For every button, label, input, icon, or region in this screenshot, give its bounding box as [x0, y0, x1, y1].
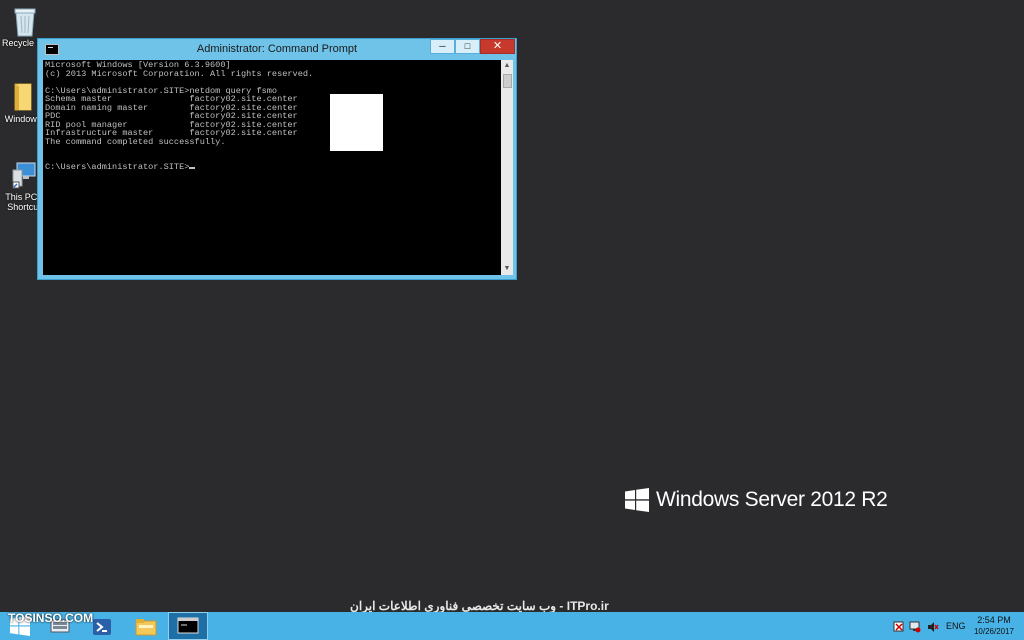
window-titlebar[interactable]: Administrator: Command Prompt ─ □ ✕ — [38, 39, 516, 60]
minimize-button[interactable]: ─ — [430, 39, 455, 54]
minimize-icon: ─ — [439, 41, 446, 51]
redaction-box — [330, 94, 383, 151]
computer-icon — [9, 160, 37, 190]
tosinso-watermark: TOSINSO.COM — [8, 611, 94, 625]
file-explorer-icon — [135, 619, 157, 636]
scroll-up-arrow-icon[interactable]: ▲ — [501, 60, 513, 72]
clock-time: 2:54 PM — [977, 615, 1011, 625]
input-language-indicator[interactable]: ENG — [946, 621, 966, 631]
command-prompt-icon — [177, 617, 199, 634]
system-clock[interactable]: 2:54 PM 10/26/2017 — [968, 615, 1020, 636]
taskbar: ENG 2:54 PM 10/26/2017 — [0, 612, 1024, 640]
text-cursor — [189, 167, 196, 169]
console-prompt: C:\Users\administrator.SITE> — [45, 162, 190, 172]
vertical-scrollbar[interactable]: ▲ ▼ — [501, 60, 513, 275]
command-prompt-window[interactable]: Administrator: Command Prompt ─ □ ✕ Micr… — [37, 38, 517, 280]
taskbar-file-explorer[interactable] — [126, 612, 166, 640]
folder-icon — [9, 82, 37, 112]
console-output[interactable]: Microsoft Windows [Version 6.3.9600] (c)… — [43, 60, 501, 275]
branding-text: Windows Server 2012 R2 — [656, 488, 888, 511]
volume-muted-icon[interactable] — [927, 620, 939, 632]
console-line: The command completed successfully. — [45, 136, 226, 147]
windows-logo-icon — [625, 488, 649, 512]
console-prompt-line: C:\Users\administrator.SITE> — [45, 163, 499, 172]
close-button[interactable]: ✕ — [480, 39, 515, 54]
taskbar-command-prompt[interactable] — [168, 612, 208, 640]
maximize-icon: □ — [464, 41, 471, 51]
windows-server-branding: Windows Server 2012 R2 — [625, 488, 888, 512]
console-line: (c) 2013 Microsoft Corporation. All righ… — [45, 68, 314, 79]
recycle-bin-icon — [11, 6, 39, 37]
network-icon[interactable] — [909, 620, 921, 633]
maximize-button[interactable]: □ — [455, 39, 480, 54]
close-icon: ✕ — [492, 40, 503, 52]
watermark-text: وب سایت تخصصی فناوری اطلاعات ایران - ITP… — [350, 599, 609, 613]
powershell-icon — [93, 619, 111, 635]
action-center-icon[interactable] — [893, 620, 904, 632]
scroll-thumb[interactable] — [503, 74, 512, 88]
scroll-down-arrow-icon[interactable]: ▼ — [501, 263, 513, 275]
clock-date: 10/26/2017 — [973, 627, 1015, 636]
